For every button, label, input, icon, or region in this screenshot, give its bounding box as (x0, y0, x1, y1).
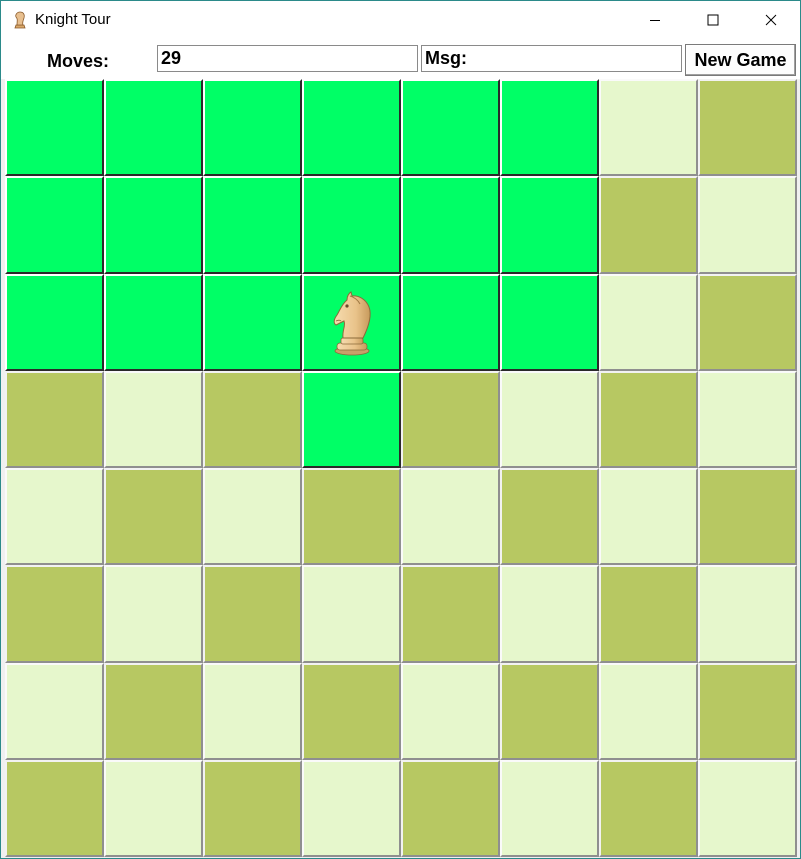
board-square[interactable] (698, 759, 797, 857)
board-square[interactable] (401, 176, 500, 274)
board-square[interactable] (698, 370, 797, 468)
board-square[interactable] (401, 662, 500, 760)
board-square[interactable] (5, 565, 104, 663)
board-square[interactable] (104, 176, 203, 274)
board-square[interactable] (302, 662, 401, 760)
board-square[interactable] (599, 273, 698, 371)
board-square[interactable] (104, 662, 203, 760)
knight-icon (333, 291, 371, 356)
close-icon (765, 14, 777, 26)
board-square[interactable] (302, 370, 401, 468)
moves-field[interactable] (157, 45, 418, 72)
maximize-button[interactable] (684, 1, 742, 39)
board-square[interactable] (104, 370, 203, 468)
board-square[interactable] (698, 565, 797, 663)
board-square[interactable] (104, 565, 203, 663)
board-square[interactable] (599, 370, 698, 468)
board-square[interactable] (5, 662, 104, 760)
board-square[interactable] (500, 759, 599, 857)
board-square[interactable] (599, 176, 698, 274)
board-square[interactable] (401, 273, 500, 371)
board-square[interactable] (5, 759, 104, 857)
board-square[interactable] (302, 79, 401, 177)
board-square[interactable] (599, 662, 698, 760)
knight-app-icon (11, 10, 29, 30)
board-square[interactable] (698, 176, 797, 274)
board-square[interactable] (302, 468, 401, 566)
board-square[interactable] (500, 370, 599, 468)
board-square[interactable] (104, 273, 203, 371)
board-square[interactable] (500, 273, 599, 371)
minimize-icon (650, 20, 660, 21)
board-square[interactable] (5, 79, 104, 177)
board-square[interactable] (698, 79, 797, 177)
board-square[interactable] (599, 565, 698, 663)
board-square[interactable] (599, 468, 698, 566)
board-square[interactable] (302, 176, 401, 274)
board-square[interactable] (203, 468, 302, 566)
board-square[interactable] (302, 759, 401, 857)
board-square[interactable] (401, 370, 500, 468)
msg-field[interactable] (421, 45, 682, 72)
board-square[interactable] (203, 176, 302, 274)
board-square[interactable] (500, 468, 599, 566)
maximize-icon (707, 14, 719, 26)
board-square[interactable] (401, 468, 500, 566)
board-square[interactable] (104, 79, 203, 177)
board-square[interactable] (5, 468, 104, 566)
board-square[interactable] (203, 273, 302, 371)
board-square[interactable] (5, 273, 104, 371)
board-square[interactable] (104, 468, 203, 566)
board-square[interactable] (500, 662, 599, 760)
board-square[interactable] (203, 79, 302, 177)
toolbar: Moves: New Game (1, 39, 800, 79)
board-square[interactable] (500, 176, 599, 274)
board-square[interactable] (104, 759, 203, 857)
board-square[interactable] (401, 565, 500, 663)
board-square[interactable] (203, 759, 302, 857)
title-bar: Knight Tour (1, 1, 800, 39)
new-game-button[interactable]: New Game (685, 44, 796, 76)
board-square[interactable] (5, 176, 104, 274)
board-square[interactable] (698, 662, 797, 760)
board-square[interactable] (203, 565, 302, 663)
board-square[interactable] (302, 565, 401, 663)
board-square[interactable] (500, 79, 599, 177)
board-square[interactable] (401, 79, 500, 177)
board-square[interactable] (203, 370, 302, 468)
board-square[interactable] (698, 273, 797, 371)
app-window: Knight Tour Moves: New Game (0, 0, 801, 859)
board-square[interactable] (599, 79, 698, 177)
moves-label: Moves: (47, 51, 110, 71)
window-title: Knight Tour (35, 11, 111, 28)
minimize-button[interactable] (626, 1, 684, 39)
board-square[interactable] (599, 759, 698, 857)
board-square[interactable] (203, 662, 302, 760)
board-square[interactable] (5, 370, 104, 468)
chess-board (5, 79, 797, 857)
board-square[interactable] (302, 273, 401, 371)
board-square[interactable] (500, 565, 599, 663)
board-square[interactable] (401, 759, 500, 857)
close-button[interactable] (742, 1, 800, 39)
board-square[interactable] (698, 468, 797, 566)
